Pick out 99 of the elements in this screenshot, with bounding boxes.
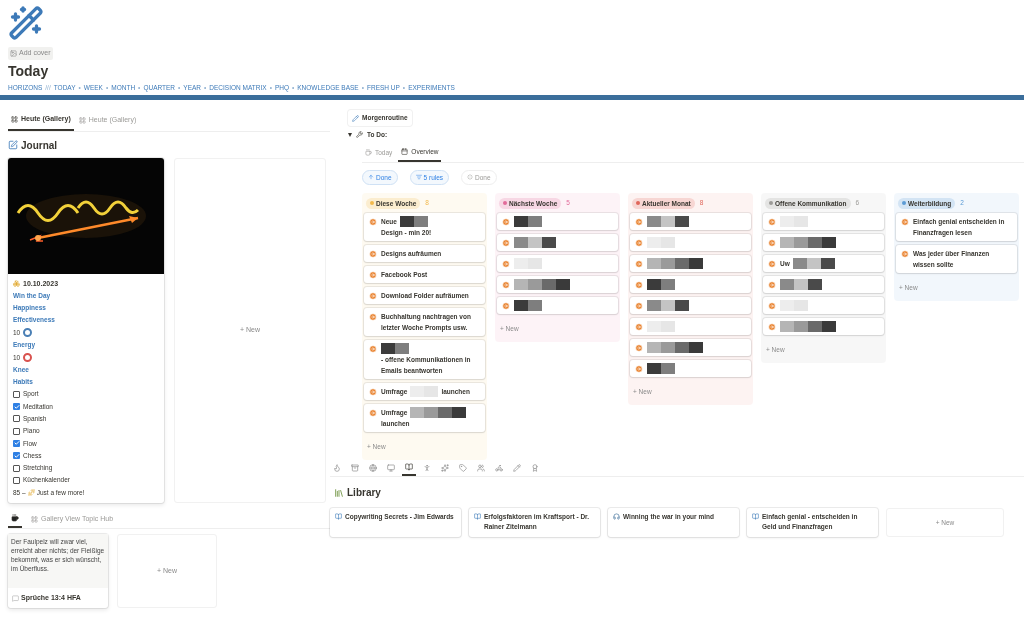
arrow-circle-icon [635,217,643,226]
checkbox[interactable] [13,427,20,435]
redaction-block [647,363,675,375]
task-card[interactable] [763,318,884,336]
grid-icon [11,116,18,123]
arrow-circle-icon [635,343,643,352]
section-heading: Library [347,486,381,501]
arrow-circle-icon [635,259,643,268]
toggle-triangle-icon[interactable] [348,132,352,137]
redaction-block [647,321,675,333]
arrow-circle-icon [369,344,377,353]
arrow-circle-icon [502,238,510,247]
arrow-circle-icon [635,301,643,310]
task-card[interactable] [763,234,884,252]
arrow-circle-icon [901,217,909,226]
arrow-circle-icon [635,238,643,247]
page-title: Today [8,61,50,80]
redaction-block [647,237,675,249]
redaction-block [514,237,556,249]
arrow-circle-icon [502,259,510,268]
arrow-circle-icon [502,301,510,310]
arrow-circle-icon [768,217,776,226]
book-icon [474,513,481,521]
wrench-icon [356,131,363,139]
redaction-block [780,279,822,291]
arrow-circle-icon [768,322,776,331]
redaction-block [647,216,689,228]
redaction-block [514,300,542,312]
checkbox[interactable] [13,476,20,484]
checkbox[interactable] [13,452,20,460]
redaction-block [780,321,836,333]
task-card[interactable] [630,339,751,357]
arrow-up-icon [368,174,374,181]
redaction-block [780,300,808,312]
redaction-block [647,342,703,354]
image-icon [10,49,17,57]
arrow-circle-icon [502,280,510,289]
checkbox[interactable] [13,403,20,411]
redaction-block [514,279,570,291]
redaction-block [792,258,835,270]
section-heading: Journal [21,138,58,153]
arrow-circle-icon [768,280,776,289]
pencil-icon [352,114,359,122]
redaction-block [647,279,675,291]
task-card[interactable] [763,276,884,294]
arrow-circle-icon [635,322,643,331]
calendar-icon [401,148,409,156]
grid-icon [78,117,86,124]
speech-bubble-icon [12,594,19,602]
spinner-icon [467,174,474,181]
cup-icon [365,149,372,157]
redaction-block [647,300,689,312]
task-card[interactable] [630,213,751,231]
arrow-circle-icon [369,408,377,417]
arrow-circle-icon [369,291,377,300]
task-card[interactable] [630,297,751,315]
arrow-circle-icon [502,217,510,226]
edit-icon [8,140,18,151]
arrow-circle-icon [768,301,776,310]
grid-icon [31,515,38,523]
arrow-circle-icon [369,387,377,396]
redaction-block [410,386,439,398]
dumbbell-icon [27,489,35,497]
arrow-circle-icon [369,312,377,321]
task-card[interactable] [630,255,751,273]
arrow-circle-icon [369,270,377,279]
book-icon[interactable] [402,460,416,477]
checkbox[interactable] [13,464,20,472]
arrow-circle-icon [768,238,776,247]
arrow-circle-icon [369,249,377,258]
task-card[interactable] [497,297,618,315]
checkbox[interactable] [13,415,20,423]
arrow-circle-icon [635,280,643,289]
book-icon [335,513,342,521]
redaction-block [780,216,808,228]
redaction-block [780,237,836,249]
magic-wand-icon [8,5,44,41]
task-card[interactable] [497,213,618,231]
checkbox[interactable] [13,439,20,447]
arrow-circle-icon [635,364,643,373]
redaction-block [381,343,409,355]
arrow-circle-icon [369,217,377,226]
redaction-block [399,216,428,228]
task-card[interactable] [630,276,751,294]
redaction-block [514,216,542,228]
redaction-block [410,407,467,419]
redaction-block [514,258,542,270]
filter-icon [415,174,422,181]
arrow-circle-icon [768,259,776,268]
task-card[interactable] [497,234,618,252]
book-icon [752,513,759,521]
headphones-icon [613,513,620,521]
books-icon [334,487,344,498]
arrow-circle-icon [901,249,909,258]
task-card[interactable] [630,360,751,378]
task-card[interactable] [497,276,618,294]
cup-icon [11,514,19,523]
redaction-block [647,258,703,270]
checkbox[interactable] [13,390,20,398]
